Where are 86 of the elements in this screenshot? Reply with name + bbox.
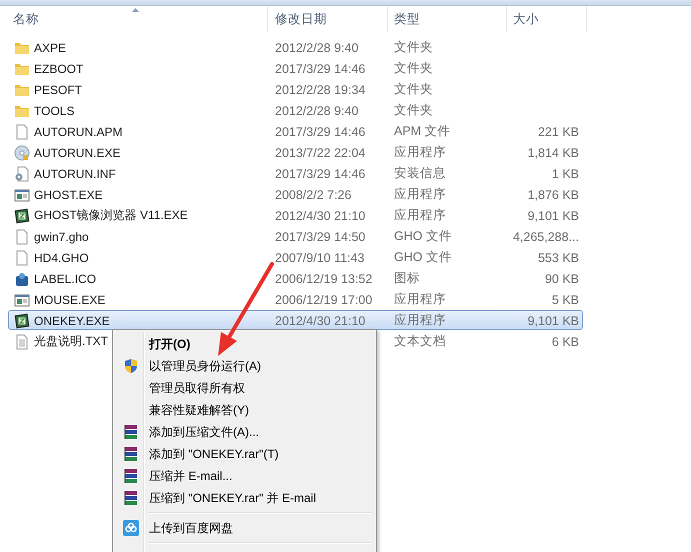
file-name[interactable]: gwin7.gho [34, 230, 89, 244]
file-size: 1,814 KB [526, 146, 580, 160]
file-type: 应用程序 [393, 144, 447, 161]
archive-books-icon [122, 468, 138, 484]
archive-books-icon [122, 446, 138, 462]
modified-date: 2012/4/30 21:10 [274, 208, 366, 222]
modified-date: 2012/2/28 9:40 [274, 40, 360, 54]
file-size: 5 KB [550, 292, 580, 306]
menu-item[interactable]: 添加到压缩文件(A)... [115, 421, 374, 443]
file-size: 4,265,288... [512, 230, 580, 244]
file-icon [14, 228, 30, 244]
file-name[interactable]: AUTORUN.INF [34, 166, 116, 180]
menu-item[interactable]: 管理员取得所有权 [115, 377, 374, 399]
file-size: 1 KB [550, 166, 580, 180]
menu-item[interactable]: 压缩并 E-mail... [115, 465, 374, 487]
app-window-icon [14, 292, 30, 308]
file-type: 应用程序 [393, 312, 447, 329]
file-name[interactable]: PESOFT [34, 82, 82, 96]
modified-date: 2006/12/19 17:00 [274, 292, 374, 306]
file-icon [14, 124, 30, 140]
file-size: 9,101 KB [526, 314, 580, 328]
file-size: 1,876 KB [526, 188, 580, 202]
file-type: 应用程序 [393, 291, 447, 308]
column-header[interactable]: 大小 [507, 6, 587, 32]
modified-date: 2012/4/30 21:10 [274, 314, 366, 328]
file-size: 6 KB [550, 334, 580, 348]
file-type: 图标 [393, 270, 421, 287]
shield-icon [124, 358, 138, 374]
file-size: 90 KB [544, 272, 580, 286]
file-size: 553 KB [536, 250, 580, 264]
modified-date: 2012/2/28 9:40 [274, 104, 360, 118]
menu-item[interactable]: 以管理员身份运行(A) [115, 355, 374, 377]
modified-date: 2006/12/19 13:52 [274, 272, 374, 286]
file-name[interactable]: AXPE [34, 40, 66, 54]
menu-item[interactable]: 添加到 "ONEKEY.rar"(T) [115, 443, 374, 465]
file-type: 应用程序 [393, 207, 447, 224]
file-type: 应用程序 [393, 186, 447, 203]
file-name[interactable]: AUTORUN.EXE [34, 146, 120, 160]
menu-item[interactable]: 打开(O) [115, 333, 374, 355]
column-header[interactable]: 修改日期 [268, 6, 388, 32]
file-name[interactable]: EZBOOT [34, 62, 84, 76]
file-type: GHO 文件 [393, 249, 453, 266]
file-name[interactable]: ONEKEY.EXE [34, 314, 110, 328]
file-name[interactable]: HD4.GHO [34, 250, 89, 264]
program-icon [14, 208, 30, 224]
program-icon [14, 312, 30, 328]
file-type: 文件夹 [393, 102, 434, 119]
file-name[interactable]: TOOLS [34, 104, 74, 118]
file-type: 文件夹 [393, 81, 434, 98]
menu-item[interactable]: 兼容性疑难解答(Y) [115, 399, 374, 421]
archive-books-icon [122, 490, 138, 506]
file-name[interactable]: LABEL.ICO [34, 272, 96, 286]
modified-date: 2008/2/2 7:26 [274, 188, 352, 202]
file-name[interactable]: 光盘说明.TXT [34, 333, 108, 350]
file-name[interactable]: AUTORUN.APM [34, 124, 122, 138]
modified-date: 2017/3/29 14:46 [274, 124, 366, 138]
modified-date: 2017/3/29 14:50 [274, 230, 366, 244]
file-name[interactable]: GHOST.EXE [34, 188, 103, 202]
file-name[interactable]: GHOST镜像浏览器 V11.EXE [34, 207, 188, 224]
file-name[interactable]: MOUSE.EXE [34, 292, 106, 306]
file-type: GHO 文件 [393, 228, 453, 245]
file-type: 文本文档 [393, 333, 447, 350]
menu-item[interactable]: 上传到百度网盘 [115, 517, 374, 539]
column-header[interactable]: 类型 [388, 6, 507, 32]
menu-item[interactable]: 压缩到 "ONEKEY.rar" 并 E-mail [115, 487, 374, 509]
file-type: 文件夹 [393, 39, 434, 56]
cloud-icon [122, 520, 138, 536]
modified-date: 2012/2/28 19:34 [274, 82, 366, 96]
column-header[interactable]: 名称 [0, 6, 268, 32]
app-window-icon [14, 186, 30, 202]
sort-arrow-icon [132, 8, 139, 12]
text-file-icon [14, 334, 30, 350]
image-icon [14, 270, 30, 286]
disc-icon [14, 144, 30, 160]
settings-file-icon [14, 166, 30, 182]
file-size: 9,101 KB [526, 208, 580, 222]
modified-date: 2013/7/22 22:04 [274, 146, 366, 160]
modified-date: 2017/3/29 14:46 [274, 166, 366, 180]
archive-books-icon [122, 424, 138, 440]
modified-date: 2007/9/10 11:43 [274, 250, 366, 264]
file-type: APM 文件 [393, 123, 452, 140]
file-type: 文件夹 [393, 60, 434, 77]
file-icon [14, 250, 30, 266]
file-type: 安装信息 [393, 165, 447, 182]
file-size: 221 KB [536, 124, 580, 138]
modified-date: 2017/3/29 14:46 [274, 62, 366, 76]
